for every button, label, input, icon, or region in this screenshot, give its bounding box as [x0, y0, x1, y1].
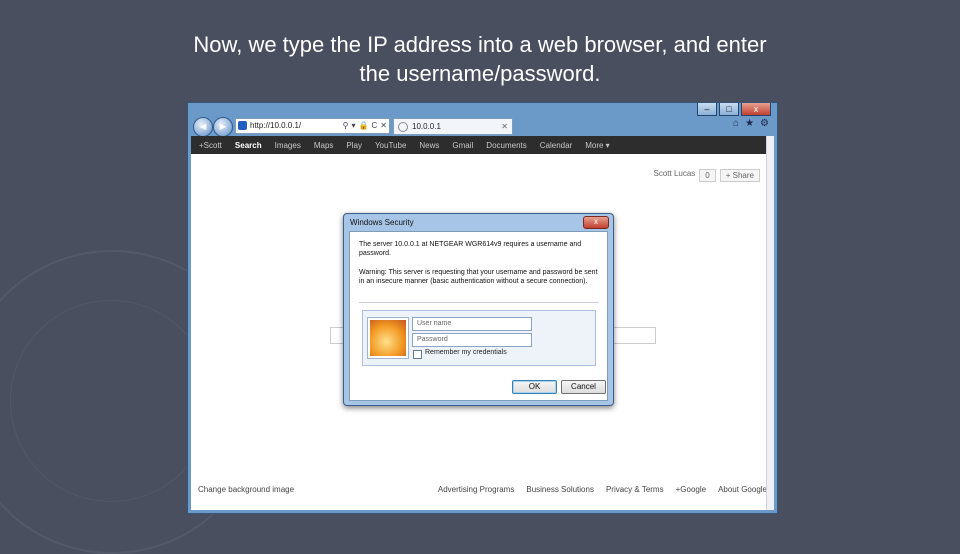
notification-count[interactable]: 0 [699, 169, 716, 182]
footer-link-google-plus[interactable]: +Google [676, 485, 706, 494]
password-field[interactable]: Password [412, 333, 532, 347]
address-bar[interactable]: http://10.0.0.1/ ⚲ ▾ 🔒 C ✕ [235, 118, 390, 134]
dropdown-icon[interactable]: ▾ [352, 119, 356, 133]
user-avatar-icon [368, 318, 408, 358]
address-bar-icons: ⚲ ▾ 🔒 C ✕ [343, 119, 387, 133]
footer-link-about[interactable]: About Google [718, 485, 767, 494]
dialog-body: The server 10.0.0.1 at NETGEAR WGR614v9 … [349, 231, 608, 401]
slide-title: Now, we type the IP address into a web b… [0, 30, 960, 88]
remember-credentials-checkbox[interactable] [413, 350, 422, 359]
gbar-item-calendar[interactable]: Calendar [540, 141, 572, 150]
stop-icon[interactable]: ✕ [380, 119, 387, 133]
close-window-button[interactable]: x [741, 103, 771, 116]
gbar-item-youtube[interactable]: YouTube [375, 141, 406, 150]
dialog-message: The server 10.0.0.1 at NETGEAR WGR614v9 … [359, 241, 582, 257]
footer-link-privacy[interactable]: Privacy & Terms [606, 485, 664, 494]
maximize-button[interactable]: □ [719, 103, 739, 116]
dialog-separator [359, 302, 599, 303]
background-compass-ring [10, 300, 212, 502]
refresh-icon[interactable]: C [372, 119, 378, 133]
username-field[interactable]: User name [412, 317, 532, 331]
page-scrollbar[interactable] [766, 136, 774, 510]
gbar-item-search[interactable]: Search [235, 141, 262, 150]
gbar-item-gmail[interactable]: Gmail [452, 141, 473, 150]
favorites-star-icon[interactable]: ★ [745, 118, 754, 129]
gbar-item-more[interactable]: More ▾ [585, 141, 609, 150]
ok-button[interactable]: OK [512, 380, 557, 394]
tab-title: 10.0.0.1 [412, 122, 441, 131]
search-icon[interactable]: ⚲ [343, 119, 349, 133]
google-nav-bar: +Scott Search Images Maps Play YouTube N… [191, 136, 767, 154]
gbar-item-news[interactable]: News [419, 141, 439, 150]
navigation-bar: ◄ ► http://10.0.0.1/ ⚲ ▾ 🔒 C ✕ 10.0.0.1 … [191, 117, 775, 137]
change-background-link[interactable]: Change background image [198, 485, 294, 494]
lock-icon: 🔒 [358, 121, 369, 130]
footer-link-business[interactable]: Business Solutions [526, 485, 594, 494]
gear-icon[interactable]: ⚙ [760, 118, 769, 129]
gbar-item-documents[interactable]: Documents [486, 141, 526, 150]
user-name-link[interactable]: Scott Lucas [653, 169, 695, 182]
gbar-item-play[interactable]: Play [346, 141, 362, 150]
slide-title-line-1: Now, we type the IP address into a web b… [193, 32, 767, 57]
forward-button[interactable]: ► [213, 117, 233, 137]
cancel-button[interactable]: Cancel [561, 380, 606, 394]
remember-credentials-label: Remember my credentials [425, 349, 507, 356]
site-favicon-icon [238, 121, 247, 130]
gbar-item-maps[interactable]: Maps [314, 141, 334, 150]
slide-title-line-2: the username/password. [359, 61, 601, 86]
share-button[interactable]: + Share [719, 169, 760, 182]
window-controls: – □ x [697, 103, 771, 116]
back-arrow-icon: ◄ [197, 121, 209, 133]
footer-links: Advertising Programs Business Solutions … [438, 485, 767, 494]
back-button[interactable]: ◄ [193, 117, 213, 137]
browser-tab[interactable]: 10.0.0.1 ✕ [393, 118, 513, 135]
dialog-title: Windows Security [350, 218, 414, 227]
credential-tile: User name Password Remember my credentia… [362, 310, 596, 366]
page-footer: Change background image Advertising Prog… [191, 485, 767, 499]
gbar-item-profile[interactable]: +Scott [199, 141, 222, 150]
user-area: Scott Lucas 0 + Share [653, 169, 760, 182]
tab-close-icon[interactable]: ✕ [501, 119, 508, 134]
dialog-warning: Warning: This server is requesting that … [359, 269, 598, 285]
home-icon[interactable]: ⌂ [733, 118, 739, 129]
footer-link-advertising[interactable]: Advertising Programs [438, 485, 514, 494]
gbar-item-images[interactable]: Images [275, 141, 301, 150]
windows-security-dialog: Windows Security x The server 10.0.0.1 a… [343, 213, 614, 406]
minimize-button[interactable]: – [697, 103, 717, 116]
loading-icon [398, 122, 408, 132]
address-value: http://10.0.0.1/ [250, 121, 302, 130]
dialog-close-button[interactable]: x [583, 216, 609, 229]
forward-arrow-icon: ► [217, 121, 229, 133]
browser-toolbar-icons: ⌂ ★ ⚙ [733, 118, 769, 129]
